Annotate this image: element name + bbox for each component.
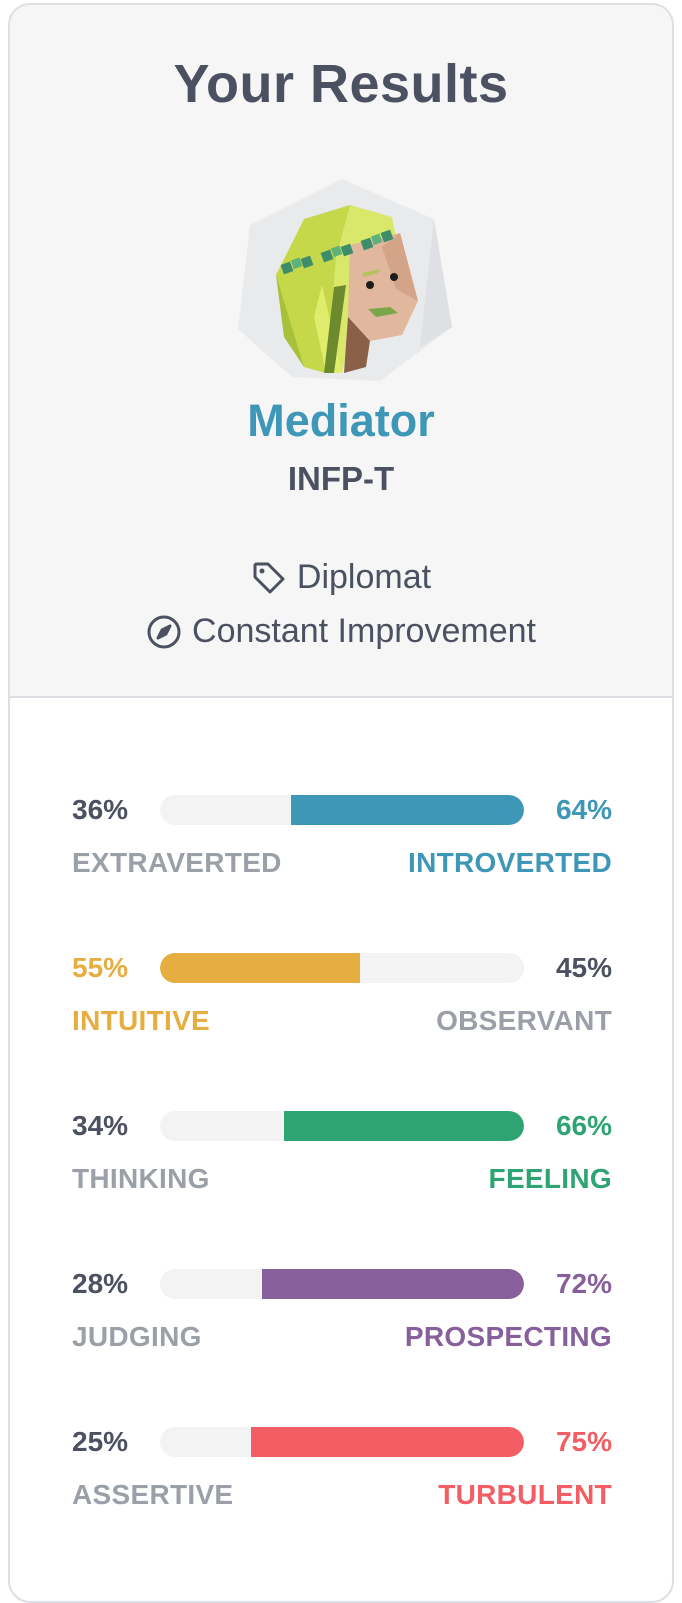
trait-left-percent: 25% xyxy=(72,1426,129,1457)
trait-bar xyxy=(160,1111,524,1141)
personality-type-code: INFP-T xyxy=(287,460,395,497)
trait-mind: 55% 45% INTUITIVE OBSERVANT xyxy=(72,951,612,1051)
trait-left-label: THINKING xyxy=(72,1163,210,1194)
trait-left-label: JUDGING xyxy=(72,1321,202,1352)
trait-right-label: FEELING xyxy=(488,1163,612,1194)
trait-bar-fill xyxy=(291,795,524,825)
tag-icon xyxy=(253,562,285,593)
trait-right-label: INTROVERTED xyxy=(408,847,612,878)
trait-identity: 25% 75% ASSERTIVE TURBULENT xyxy=(72,1425,612,1525)
trait-right-percent: 75% xyxy=(555,1426,612,1457)
personality-type-name: Mediator xyxy=(247,395,435,446)
trait-right-label: PROSPECTING xyxy=(404,1321,612,1352)
strategy-row: Constant Improvement xyxy=(10,612,672,651)
trait-energy: 36% 64% EXTRAVERTED INTROVERTED xyxy=(72,793,612,893)
trait-right-label: TURBULENT xyxy=(438,1479,612,1510)
trait-bar-fill xyxy=(283,1111,524,1141)
strategy-label: Constant Improvement xyxy=(192,612,536,650)
trait-bar xyxy=(160,1269,524,1299)
trait-left-label: EXTRAVERTED xyxy=(72,847,282,878)
trait-left-percent: 55% xyxy=(72,952,129,983)
trait-left-percent: 36% xyxy=(72,794,129,825)
trait-right-percent: 66% xyxy=(555,1110,612,1141)
trait-right-percent: 64% xyxy=(555,794,612,825)
trait-right-percent: 72% xyxy=(555,1268,612,1299)
trait-bar xyxy=(160,795,524,825)
trait-nature: 34% 66% THINKING FEELING xyxy=(72,1109,612,1209)
compass-icon xyxy=(147,615,181,648)
trait-bar-fill xyxy=(160,953,361,983)
role-row: Diplomat xyxy=(10,558,672,597)
trait-left-label: INTUITIVE xyxy=(72,1005,211,1036)
results-card: Your Results Mediator INFP-T Diplomat Co… xyxy=(8,3,674,1603)
trait-left-label: ASSERTIVE xyxy=(72,1479,234,1510)
trait-bar-fill xyxy=(261,1269,524,1299)
role-label: Diplomat xyxy=(296,558,432,596)
trait-right-percent: 45% xyxy=(555,952,612,983)
results-header: Your Results Mediator INFP-T Diplomat Co… xyxy=(10,5,672,698)
trait-tactics: 28% 72% JUDGING PROSPECTING xyxy=(72,1267,612,1367)
trait-right-label: OBSERVANT xyxy=(436,1005,612,1036)
trait-bar xyxy=(160,1427,524,1457)
page-title: Your Results xyxy=(173,54,509,114)
trait-bar xyxy=(160,953,524,983)
mediator-avatar xyxy=(238,179,452,381)
trait-left-percent: 28% xyxy=(72,1268,129,1299)
trait-left-percent: 34% xyxy=(72,1110,129,1141)
trait-bar-fill xyxy=(251,1427,524,1457)
